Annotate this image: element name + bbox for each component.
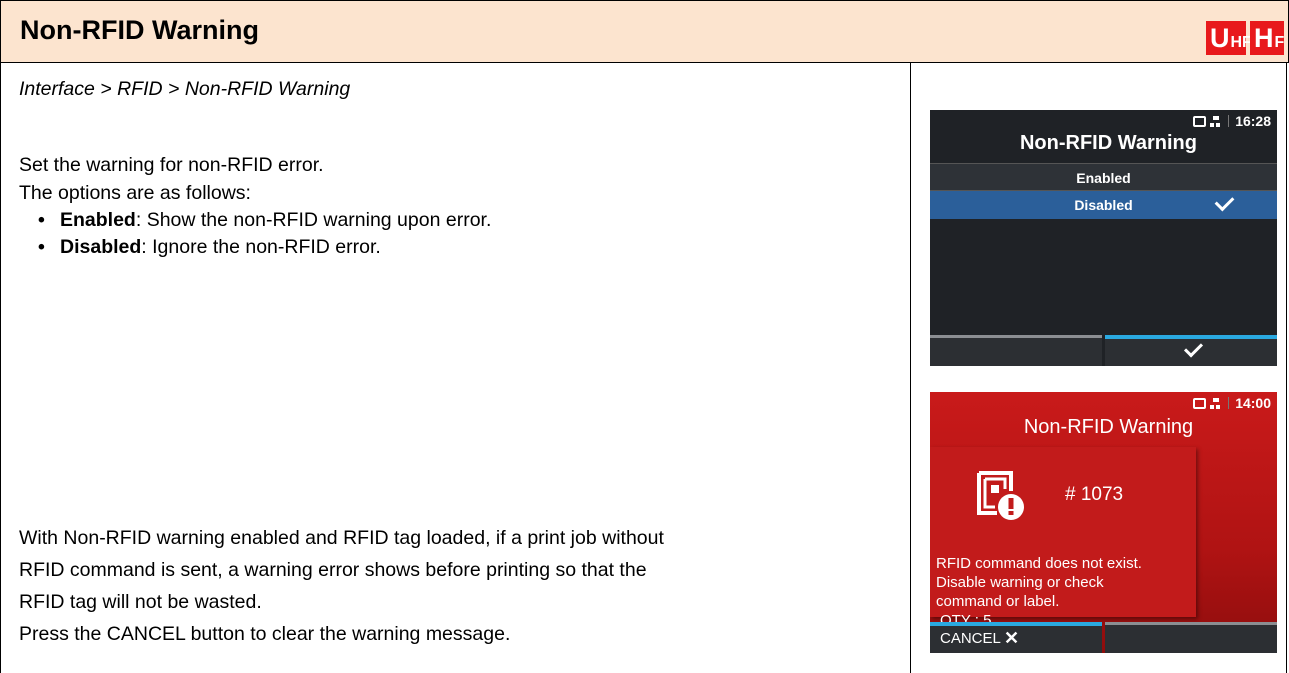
intro-line-2: The options are as follows:	[19, 182, 251, 204]
option-desc: : Show the non-RFID warning upon error.	[135, 209, 492, 231]
clock: 14:00	[1235, 395, 1271, 411]
paragraph-line: RFID command is sent, a warning error sh…	[19, 559, 647, 581]
paragraph-line: Press the CANCEL button to clear the war…	[19, 623, 511, 645]
checkmark-icon	[1183, 338, 1204, 358]
sd-card-icon	[1193, 115, 1207, 127]
cancel-softkey[interactable]: CANCEL ✕	[930, 622, 1102, 653]
paragraph-line: With Non-RFID warning enabled and RFID t…	[19, 527, 664, 549]
status-separator	[1228, 397, 1230, 409]
network-icon	[1210, 397, 1223, 409]
uhf-badge: U HF	[1206, 21, 1252, 55]
option-enabled[interactable]: Enabled	[930, 163, 1277, 191]
clock: 16:28	[1235, 113, 1271, 129]
section-header: Non-RFID Warning U HF HF	[0, 0, 1289, 63]
screen-title: Non-RFID Warning	[1019, 132, 1197, 154]
status-bar: 14:00	[1193, 395, 1271, 411]
option-item-disabled: • Disabled: Ignore the non-RFID error.	[38, 232, 381, 262]
option-disabled-selected[interactable]: Disabled	[930, 191, 1277, 219]
close-icon: ✕	[1004, 628, 1020, 648]
section-title: Non-RFID Warning	[20, 15, 259, 45]
network-icon	[1210, 115, 1223, 127]
sd-card-icon	[1193, 397, 1207, 409]
printer-warning-screen: 14:00 Non-RFID Warning # 1073 RFID comma…	[930, 392, 1277, 653]
breadcrumb: Interface > RFID > Non-RFID Warning	[19, 78, 351, 100]
uhf-badge-letter: U	[1210, 23, 1230, 53]
paragraph-line: RFID tag will not be wasted.	[19, 591, 262, 613]
bullet-icon: •	[38, 236, 45, 258]
error-code: # 1073	[1065, 484, 1124, 505]
option-term: Disabled	[60, 236, 142, 258]
rfid-warning-icon	[977, 471, 1024, 520]
hf-badge-suffix: F	[1274, 34, 1285, 51]
uhf-badge-suffix: HF	[1230, 34, 1252, 51]
error-message-line: RFID command does not exist.	[936, 555, 1142, 572]
error-message-line: command or label.	[936, 593, 1060, 610]
warning-description: With Non-RFID warning enabled and RFID t…	[19, 522, 899, 650]
checkmark-icon	[1214, 191, 1235, 212]
softkey-left[interactable]	[930, 335, 1102, 366]
screen-title: Non-RFID Warning	[1023, 416, 1194, 438]
intro-line-1: Set the warning for non-RFID error.	[19, 154, 324, 176]
ok-softkey[interactable]	[1105, 335, 1277, 366]
cancel-label: CANCEL	[940, 630, 1001, 647]
printer-settings-screen: 16:28 Non-RFID Warning Enabled Disabled	[930, 110, 1277, 366]
hf-badge-letter: H	[1254, 23, 1274, 53]
option-desc: : Ignore the non-RFID error.	[141, 236, 381, 258]
column-divider	[910, 63, 911, 673]
status-separator	[1228, 115, 1230, 127]
error-message-line: Disable warning or check	[936, 574, 1104, 591]
option-term: Enabled	[60, 209, 136, 231]
status-bar: 16:28	[1193, 113, 1271, 129]
hf-badge: HF	[1250, 21, 1284, 55]
bullet-icon: •	[38, 209, 45, 231]
softkey-right[interactable]	[1105, 622, 1277, 653]
warning-box: # 1073 RFID command does not exist. Disa…	[930, 447, 1196, 629]
option-item-enabled: • Enabled: Show the non-RFID warning upon…	[38, 205, 491, 235]
option-label: Disabled	[1074, 197, 1133, 213]
